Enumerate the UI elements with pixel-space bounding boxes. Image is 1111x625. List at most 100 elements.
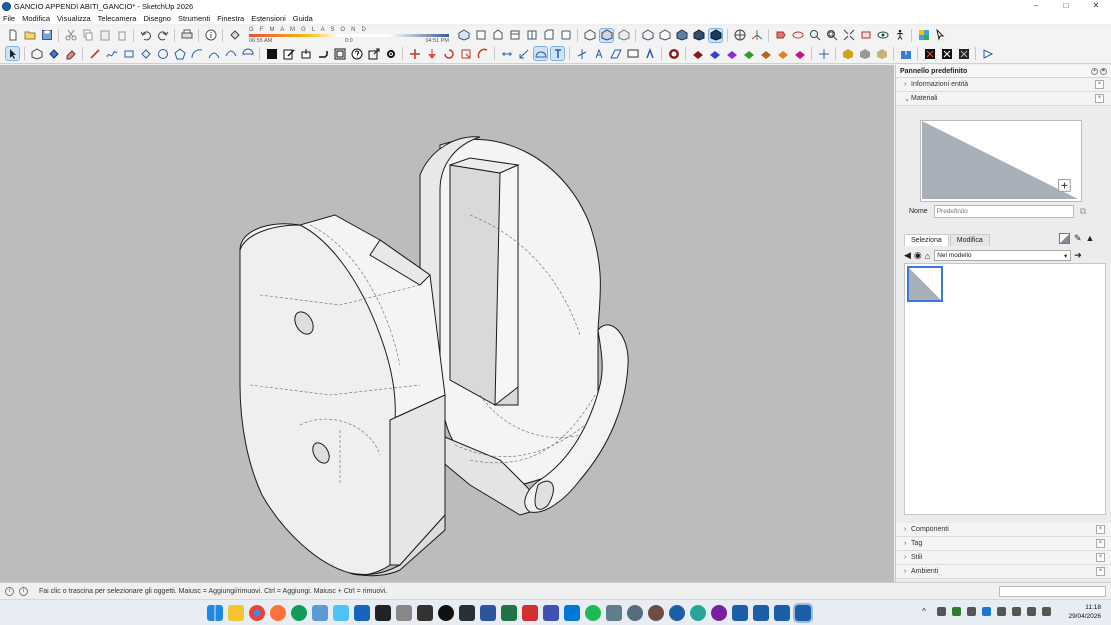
offset-button[interactable] <box>333 47 346 60</box>
model-canvas[interactable] <box>0 65 894 582</box>
sandbox-stamp-button[interactable] <box>708 47 721 60</box>
back-arrow-icon[interactable]: ◀ <box>904 250 911 261</box>
close-section-icon[interactable]: × <box>1095 80 1104 89</box>
outlook-icon[interactable] <box>564 605 580 621</box>
new-file-button[interactable] <box>6 29 19 42</box>
settings-app-icon[interactable] <box>627 605 643 621</box>
select-tool-button[interactable] <box>5 46 20 61</box>
undo-button[interactable] <box>139 29 152 42</box>
monochrome-button[interactable] <box>617 29 630 42</box>
section-plane-button[interactable] <box>774 29 787 42</box>
paint-tool-button[interactable] <box>47 47 60 60</box>
file-explorer-icon[interactable] <box>228 605 244 621</box>
component-options-button[interactable] <box>957 47 970 60</box>
close-panel-icon[interactable]: × <box>1100 67 1107 75</box>
sandbox-add-detail-button[interactable] <box>776 47 789 60</box>
firefox-icon[interactable] <box>270 605 286 621</box>
zoom-button[interactable] <box>808 29 821 42</box>
rotate-tool-button[interactable] <box>442 47 455 60</box>
shaded-button[interactable] <box>675 29 688 42</box>
dynamic-component-button[interactable] <box>923 47 936 60</box>
shaded-textures-button[interactable] <box>692 29 705 42</box>
chrome-icon[interactable] <box>249 605 265 621</box>
offset-tool-button[interactable] <box>476 47 489 60</box>
three-point-arc-button[interactable] <box>224 47 237 60</box>
paint-bucket-button[interactable] <box>228 29 241 42</box>
tab-seleziona[interactable]: Seleziona <box>904 234 949 246</box>
measurements-box[interactable] <box>999 586 1106 597</box>
section-entity-info[interactable]: › Informazioni entità × <box>896 78 1111 92</box>
menu-disegno[interactable]: Disegno <box>143 14 171 23</box>
edge-icon[interactable] <box>291 605 307 621</box>
push-pull-button[interactable] <box>299 47 312 60</box>
settings-button[interactable] <box>384 47 397 60</box>
details-arrow-icon[interactable]: ➜ <box>1074 250 1082 261</box>
paste-button[interactable] <box>98 29 111 42</box>
section-materials[interactable]: ⌄ Materiali × <box>896 92 1111 106</box>
rectangle-tool-button[interactable] <box>122 47 135 60</box>
tray-chat-icon[interactable] <box>997 607 1006 616</box>
maximize-button[interactable]: □ <box>1051 0 1081 12</box>
material-name-field[interactable] <box>933 205 1074 218</box>
section-styles[interactable]: › Stili × <box>896 551 1111 565</box>
sandbox-scratch-button[interactable] <box>759 47 772 60</box>
menu-visualizza[interactable]: Visualizza <box>57 14 91 23</box>
close-section-icon[interactable]: × <box>1096 539 1105 548</box>
dimension-button[interactable] <box>517 47 530 60</box>
sandbox-button[interactable] <box>750 29 763 42</box>
geo-location-status-icon[interactable]: i <box>5 586 14 596</box>
add-location-button[interactable] <box>265 47 278 60</box>
camera-position-button[interactable] <box>981 47 994 60</box>
bucket-icon[interactable]: ▲ <box>1086 233 1095 244</box>
battery-icon[interactable] <box>1042 607 1051 616</box>
left-view-button[interactable] <box>542 29 555 42</box>
menu-file[interactable]: File <box>3 14 15 23</box>
rotated-rect-button[interactable] <box>139 47 152 60</box>
menu-finestra[interactable]: Finestra <box>217 14 244 23</box>
photos-icon[interactable] <box>333 605 349 621</box>
terminal-icon[interactable] <box>417 605 433 621</box>
right-view-button[interactable] <box>508 29 521 42</box>
camera-app-icon[interactable] <box>396 605 412 621</box>
sketchup-app-icon-4[interactable] <box>774 605 790 621</box>
menu-strumenti[interactable]: Strumenti <box>178 14 210 23</box>
cut-button[interactable] <box>64 29 77 42</box>
text-tool-button[interactable] <box>550 46 565 61</box>
scale-button[interactable] <box>367 47 380 60</box>
sandbox-drape-button[interactable] <box>725 47 738 60</box>
walkthrough-button[interactable] <box>817 47 830 60</box>
volume-icon[interactable] <box>1027 607 1036 616</box>
media-player-icon[interactable] <box>459 605 475 621</box>
line-tool-button[interactable] <box>88 47 101 60</box>
taskbar-clock[interactable]: 11:18 29/04/2026 <box>1068 603 1101 621</box>
3d-text-button[interactable] <box>592 47 605 60</box>
edit-button[interactable] <box>282 47 295 60</box>
sandbox-flip-button[interactable] <box>793 47 806 60</box>
home-icon[interactable]: ⌂ <box>925 251 930 261</box>
excel-icon[interactable] <box>501 605 517 621</box>
refresh-app-icon[interactable] <box>690 605 706 621</box>
hook-right-part[interactable] <box>419 136 629 516</box>
solid-union-button[interactable] <box>841 47 854 60</box>
forward-arrow-icon[interactable]: ◉ <box>914 250 922 261</box>
arc-tool-button[interactable] <box>190 47 203 60</box>
tray-printer-icon[interactable] <box>967 607 976 616</box>
chevron-up-icon[interactable]: ^ <box>922 607 931 616</box>
redo-button[interactable] <box>156 29 169 42</box>
erase-button[interactable] <box>115 29 128 42</box>
sketchup-app-icon-1[interactable] <box>669 605 685 621</box>
hook-left-part[interactable] <box>239 214 446 577</box>
copy-button[interactable] <box>81 29 94 42</box>
look-around-button[interactable] <box>876 29 889 42</box>
eyedropper-icon[interactable]: ✎ <box>1074 233 1082 244</box>
sketchup-app-icon-2[interactable] <box>732 605 748 621</box>
zoom-window-button[interactable] <box>825 29 838 42</box>
credits-status-icon[interactable]: i <box>19 586 28 596</box>
mail-icon[interactable] <box>354 605 370 621</box>
solid-subtract-button[interactable] <box>858 47 871 60</box>
follow-me-button[interactable] <box>316 47 329 60</box>
monochrome-style-button[interactable] <box>708 27 723 43</box>
menu-modifica[interactable]: Modifica <box>22 14 50 23</box>
sketchup-app-icon-3[interactable] <box>753 605 769 621</box>
front-view-button[interactable] <box>491 29 504 42</box>
